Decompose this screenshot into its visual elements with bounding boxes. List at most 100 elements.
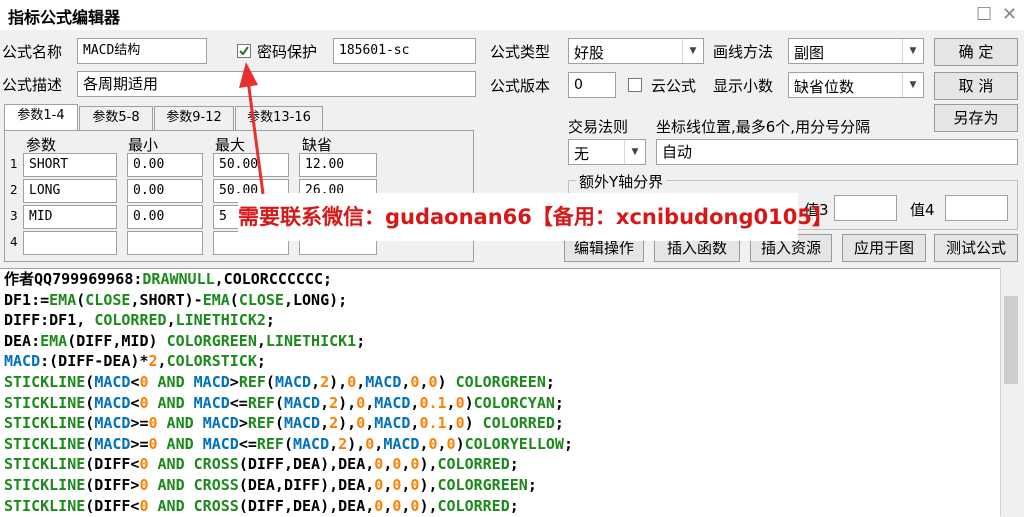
- code-line[interactable]: STICKLINE(DIFF>0 AND CROSS(DEA,DIFF),DEA…: [0, 475, 1000, 496]
- code-token: (: [85, 434, 95, 453]
- code-token: 0: [446, 434, 456, 453]
- tab-params-5-8[interactable]: 参数5-8: [79, 106, 153, 130]
- formula-type-select[interactable]: 好股 ▼: [568, 38, 704, 64]
- param-min-input[interactable]: 0.00: [127, 179, 203, 203]
- code-token: 0: [347, 372, 357, 391]
- code-token: MACD: [94, 414, 131, 433]
- code-token: ),: [419, 496, 438, 515]
- code-token: EMA: [49, 290, 77, 309]
- code-token: AND: [148, 496, 194, 515]
- param-name-input[interactable]: LONG: [23, 179, 117, 203]
- code-editor[interactable]: 作者QQ799969968:DRAWNULL,COLORCCCCCC; DF1:=…: [0, 268, 1000, 517]
- code-line[interactable]: STICKLINE(MACD>=0 AND MACD>REF(MACD,2),0…: [0, 413, 1000, 434]
- code-token: ;: [256, 352, 266, 371]
- code-line[interactable]: STICKLINE(DIFF<0 AND CROSS(DIFF,DEA),DEA…: [0, 496, 1000, 517]
- code-token: LINETHICK2: [175, 311, 266, 330]
- param-default-input[interactable]: 12.00: [299, 153, 377, 177]
- code-token: MACD: [274, 372, 312, 391]
- code-line[interactable]: STICKLINE(MACD<0 AND MACD>REF(MACD,2),0,…: [0, 372, 1000, 393]
- code-token: LINETHICK1: [265, 331, 357, 350]
- code-token: CLOSE: [238, 290, 284, 309]
- param-row-number: 4: [10, 235, 18, 249]
- code-token: COLORRED: [437, 496, 510, 515]
- password-input[interactable]: 185601-sc: [333, 38, 476, 64]
- code-line[interactable]: DIFF:DF1, COLORRED,LINETHICK2;: [0, 310, 1000, 331]
- code-token: ,: [157, 352, 167, 371]
- cancel-button[interactable]: 取 消: [934, 72, 1018, 100]
- trade-rule-select[interactable]: 无 ▼: [568, 139, 646, 165]
- code-token: (DEA,DIFF),DEA,: [238, 475, 375, 494]
- maximize-icon[interactable]: ☐: [976, 4, 992, 25]
- code-token: >: [238, 414, 248, 433]
- code-line[interactable]: DEA:EMA(DIFF,MID) COLORGREEN,LINETHICK1;: [0, 331, 1000, 352]
- formula-version-input[interactable]: 0: [568, 72, 616, 98]
- code-token: MACD: [283, 393, 321, 412]
- yaxis-v4-input[interactable]: [945, 195, 1008, 221]
- save-as-button[interactable]: 另存为: [934, 104, 1018, 132]
- code-token: (DIFF>: [85, 475, 140, 494]
- draw-method-value: 副图: [794, 44, 825, 62]
- code-line[interactable]: DF1:=EMA(CLOSE,SHORT)-EMA(CLOSE,LONG);: [0, 290, 1000, 311]
- param-name-input[interactable]: [23, 231, 117, 255]
- title-bar: [0, 0, 1024, 30]
- decimals-value: 缺省位数: [794, 78, 855, 96]
- coord-input[interactable]: 自动: [656, 139, 1018, 165]
- param-min-input[interactable]: [127, 231, 203, 255]
- tab-params-1-4[interactable]: 参数1-4: [4, 104, 78, 131]
- code-token: ,: [374, 434, 384, 453]
- param-name-input[interactable]: SHORT: [23, 153, 117, 177]
- close-icon[interactable]: ✕: [1002, 4, 1017, 25]
- code-token: (: [85, 393, 95, 412]
- code-token: :(DIFF-DEA)*: [40, 352, 149, 371]
- code-token: >=: [130, 414, 149, 433]
- code-token: 0: [356, 393, 366, 412]
- code-token: MACD: [4, 352, 41, 371]
- formula-name-input[interactable]: MACD结构: [77, 38, 207, 64]
- code-line[interactable]: STICKLINE(MACD<0 AND MACD<=REF(MACD,2),0…: [0, 393, 1000, 414]
- code-line[interactable]: 作者QQ799969968:DRAWNULL,COLORCCCCCC;: [0, 269, 1000, 290]
- param-min-input[interactable]: 0.00: [127, 205, 203, 229]
- code-token: ,COLORCCCCCC;: [214, 270, 333, 288]
- code-token: STICKLINE: [4, 393, 86, 412]
- code-token: DEA:: [4, 331, 41, 350]
- param-name-input[interactable]: MID: [23, 205, 117, 229]
- contact-banner: 需要联系微信：gudaonan66【备用：xcnibudong0105】: [238, 193, 833, 241]
- code-token: 2: [148, 352, 158, 371]
- tab-params-9-12[interactable]: 参数9-12: [154, 106, 234, 130]
- code-token: REF: [247, 393, 275, 412]
- param-row-number: 3: [10, 209, 18, 223]
- code-token: CROSS: [193, 475, 239, 494]
- code-token: ;: [554, 393, 564, 412]
- test-formula-button[interactable]: 测试公式: [934, 234, 1018, 262]
- code-token: MACD: [94, 393, 131, 412]
- code-token: (: [85, 414, 95, 433]
- cloud-label: 云公式: [651, 77, 697, 95]
- code-token: STICKLINE: [4, 496, 86, 515]
- code-line[interactable]: STICKLINE(MACD>=0 AND MACD<=REF(MACD,2),…: [0, 434, 1000, 455]
- code-token: COLORGREEN: [455, 372, 546, 391]
- code-token: ,: [383, 496, 393, 515]
- draw-method-select[interactable]: 副图 ▼: [788, 38, 924, 64]
- code-token: 0: [139, 372, 149, 391]
- code-token: ),: [347, 434, 366, 453]
- code-line[interactable]: STICKLINE(DIFF<0 AND CROSS(DIFF,DEA),DEA…: [0, 454, 1000, 475]
- code-token: <=: [238, 434, 257, 453]
- password-checkbox[interactable]: [237, 44, 251, 58]
- yaxis-v3-input[interactable]: [834, 195, 897, 221]
- code-token: >=: [130, 434, 149, 453]
- ok-button[interactable]: 确 定: [934, 38, 1018, 66]
- apply-to-chart-button[interactable]: 应用于图: [842, 234, 926, 262]
- chevron-down-icon: ▼: [624, 140, 645, 164]
- code-token: ,: [365, 393, 375, 412]
- code-token: 0: [139, 455, 149, 474]
- chevron-down-icon: ▼: [682, 39, 703, 63]
- check-icon: [239, 46, 249, 56]
- param-min-input[interactable]: 0.00: [127, 153, 203, 177]
- scrollbar-thumb[interactable]: [1004, 296, 1018, 384]
- code-token: 2: [338, 434, 348, 453]
- code-token: MACD: [193, 372, 230, 391]
- decimals-select[interactable]: 缺省位数 ▼: [788, 72, 924, 98]
- code-line[interactable]: MACD:(DIFF-DEA)*2,COLORSTICK;: [0, 351, 1000, 372]
- code-token: 0: [455, 393, 465, 412]
- cloud-checkbox[interactable]: [628, 78, 642, 92]
